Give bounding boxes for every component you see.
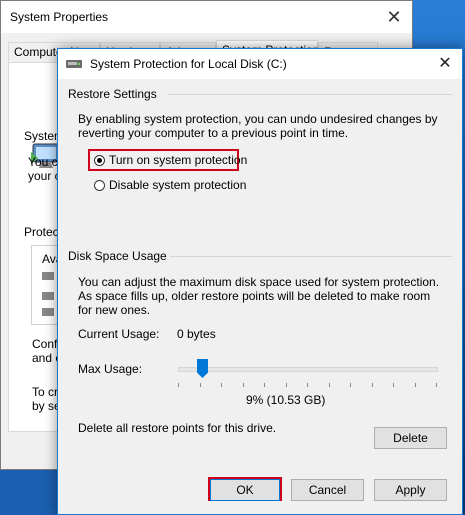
radio-label: Disable system protection — [109, 178, 247, 192]
slider-tick — [328, 383, 330, 387]
slider-tick — [350, 383, 351, 387]
drive-icon — [42, 272, 54, 280]
system-properties-titlebar: System Properties ✕ — [1, 1, 412, 33]
system-properties-title: System Properties — [10, 10, 109, 24]
current-usage-label: Current Usage: — [78, 327, 160, 341]
delete-restore-points-text: Delete all restore points for this drive… — [78, 421, 277, 435]
dialog-title: System Protection for Local Disk (C:) — [90, 57, 287, 71]
slider-tick — [264, 383, 265, 387]
slider-tick — [307, 383, 308, 387]
dialog-titlebar: System Protection for Local Disk (C:) ✕ — [58, 49, 462, 79]
disk-space-description: You can adjust the maximum disk space us… — [78, 275, 440, 317]
slider-tick — [178, 383, 179, 387]
drive-icon — [42, 292, 54, 300]
max-usage-slider[interactable] — [178, 367, 438, 372]
drive-icon — [42, 308, 54, 316]
radio-button-selected[interactable] — [94, 154, 105, 166]
drive-icon — [66, 60, 82, 68]
restore-settings-label: Restore Settings — [68, 87, 157, 101]
radio-label: Turn on system protection — [109, 153, 248, 167]
max-usage-value: 9% (10.53 GB) — [246, 393, 326, 407]
slider-tick — [393, 383, 394, 387]
close-icon[interactable]: ✕ — [382, 5, 406, 29]
delete-button[interactable]: Delete — [374, 427, 447, 449]
radio-turn-on-protection[interactable]: Turn on system protection — [94, 152, 247, 168]
back-fragment-to-create: To cr — [32, 385, 59, 399]
radio-disable-protection[interactable]: Disable system protection — [94, 177, 246, 193]
slider-tick — [371, 383, 373, 387]
max-usage-label: Max Usage: — [78, 362, 143, 376]
close-icon[interactable]: ✕ — [434, 53, 456, 75]
restore-settings-description: By enabling system protection, you can u… — [78, 112, 438, 140]
slider-tick — [199, 383, 201, 387]
apply-button[interactable]: Apply — [374, 479, 447, 501]
section-divider — [170, 256, 452, 257]
disk-space-usage-label: Disk Space Usage — [68, 249, 167, 263]
back-fragment-configure: Confi — [32, 337, 61, 351]
slider-tick — [414, 383, 416, 387]
section-divider — [168, 94, 452, 95]
current-usage-value: 0 bytes — [177, 327, 216, 341]
max-usage-slider-thumb[interactable] — [197, 359, 208, 378]
ok-button[interactable]: OK — [210, 479, 280, 501]
slider-tick — [436, 383, 437, 387]
slider-tick — [285, 383, 287, 387]
slider-tick — [221, 383, 222, 387]
system-protection-dialog: System Protection for Local Disk (C:) ✕ … — [57, 48, 463, 515]
cancel-button[interactable]: Cancel — [291, 479, 364, 501]
radio-button[interactable] — [94, 179, 105, 191]
slider-tick — [242, 383, 244, 387]
